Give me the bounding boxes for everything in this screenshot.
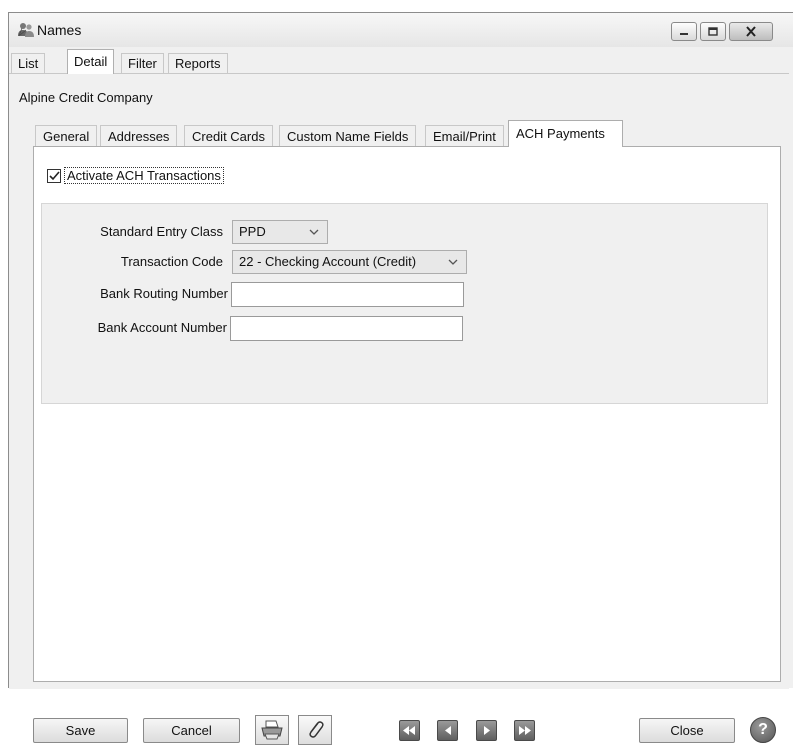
close-window-button[interactable]	[729, 22, 773, 41]
standard-entry-class-select[interactable]: PPD	[232, 220, 328, 244]
title-bar: Names	[9, 13, 793, 47]
minimize-icon	[680, 32, 688, 35]
tab-email-print[interactable]: Email/Print	[425, 125, 504, 146]
last-record-button[interactable]	[514, 720, 535, 741]
standard-entry-class-value: PPD	[239, 224, 266, 239]
checkmark-icon	[48, 170, 60, 180]
maximize-icon	[708, 27, 718, 36]
activate-ach-row[interactable]: Activate ACH Transactions	[47, 167, 224, 184]
first-record-icon	[403, 726, 415, 735]
previous-record-icon	[444, 726, 451, 735]
ach-payments-panel: Activate ACH Transactions Standard Entry…	[33, 146, 781, 682]
tab-detail[interactable]: Detail	[67, 49, 115, 74]
tab-ach-payments[interactable]: ACH Payments	[508, 120, 623, 147]
window-title: Names	[37, 22, 82, 38]
bank-routing-number-input[interactable]	[231, 282, 464, 307]
next-record-icon	[483, 726, 490, 735]
transaction-code-label: Transaction Code	[120, 254, 223, 269]
bank-routing-number-label: Bank Routing Number	[100, 286, 228, 301]
help-icon: ?	[758, 721, 768, 738]
tab-reports[interactable]: Reports	[168, 53, 228, 73]
tab-addresses[interactable]: Addresses	[100, 125, 178, 146]
previous-record-button[interactable]	[437, 720, 458, 741]
ach-details-group: Standard Entry Class PPD Transaction Cod…	[41, 203, 768, 404]
transaction-code-select[interactable]: 22 - Checking Account (Credit)	[232, 250, 467, 274]
cancel-button[interactable]: Cancel	[143, 718, 240, 743]
tab-filter[interactable]: Filter	[121, 53, 164, 73]
detail-panel: Alpine Credit Company General Addresses …	[9, 73, 789, 745]
names-window: Names List Detail Filter Reports Alpine …	[8, 12, 793, 745]
last-record-icon	[519, 726, 531, 735]
close-icon	[746, 26, 756, 37]
next-record-button[interactable]	[476, 720, 497, 741]
tab-custom-name-fields[interactable]: Custom Name Fields	[279, 125, 417, 146]
printer-icon	[261, 720, 283, 740]
tab-credit-cards[interactable]: Credit Cards	[184, 125, 273, 146]
activate-ach-label[interactable]: Activate ACH Transactions	[64, 167, 224, 184]
paperclip-icon	[309, 721, 324, 738]
close-button[interactable]: Close	[639, 718, 735, 743]
bank-account-number-label: Bank Account Number	[97, 320, 227, 335]
transaction-code-value: 22 - Checking Account (Credit)	[239, 254, 417, 269]
tab-list[interactable]: List	[11, 53, 46, 73]
tab-general[interactable]: General	[35, 125, 98, 146]
bottom-toolbar: Save Cancel Close ?	[9, 710, 789, 750]
minimize-button[interactable]	[671, 22, 697, 41]
save-button[interactable]: Save	[33, 718, 128, 743]
chevron-down-icon	[309, 229, 319, 235]
maximize-button[interactable]	[700, 22, 726, 41]
standard-entry-class-label: Standard Entry Class	[100, 224, 223, 239]
print-button[interactable]	[255, 715, 289, 745]
company-name: Alpine Credit Company	[19, 90, 153, 105]
activate-ach-checkbox[interactable]	[47, 168, 61, 183]
people-icon	[18, 23, 34, 37]
first-record-button[interactable]	[399, 720, 420, 741]
chevron-down-icon	[448, 259, 458, 265]
bank-account-number-input[interactable]	[230, 316, 463, 341]
help-button[interactable]: ?	[750, 717, 776, 743]
attach-button[interactable]	[298, 715, 332, 745]
